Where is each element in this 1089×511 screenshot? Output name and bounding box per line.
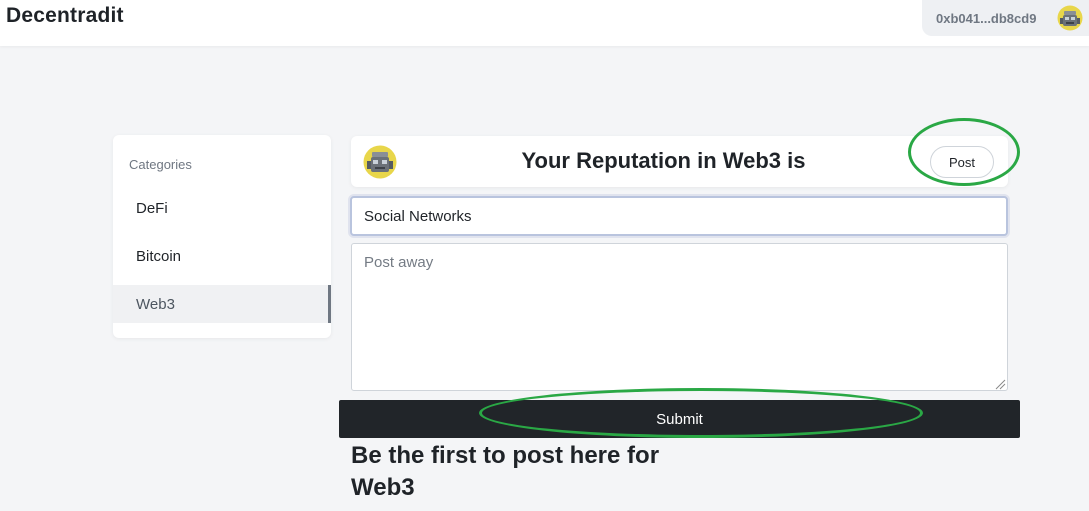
post-button[interactable]: Post <box>930 146 994 178</box>
reputation-card: Your Reputation in Web3 is Post <box>351 136 1008 187</box>
submit-button[interactable]: Submit <box>339 400 1020 438</box>
resize-handle-icon[interactable] <box>994 378 1006 390</box>
robot-avatar-icon <box>1057 5 1083 31</box>
categories-panel: Categories DeFi Bitcoin Web3 <box>113 135 331 338</box>
post-body-textarea[interactable] <box>351 243 1008 391</box>
empty-feed-message: Be the first to post here for Web3 <box>351 442 660 501</box>
top-navbar: Decentradit 0xb041...db8cd9 <box>0 0 1089 46</box>
wallet-address: 0xb041...db8cd9 <box>936 10 1037 26</box>
reputation-title: Your Reputation in Web3 is <box>521 148 806 173</box>
sidebar-item-bitcoin[interactable]: Bitcoin <box>113 237 331 275</box>
sidebar-item-defi[interactable]: DeFi <box>113 189 331 227</box>
wallet-button[interactable]: 0xb041...db8cd9 <box>922 0 1089 36</box>
categories-title: Categories <box>129 157 192 172</box>
brand-logo[interactable]: Decentradit <box>6 4 124 28</box>
post-title-input[interactable] <box>350 196 1008 236</box>
sidebar-item-web3[interactable]: Web3 <box>113 285 331 323</box>
